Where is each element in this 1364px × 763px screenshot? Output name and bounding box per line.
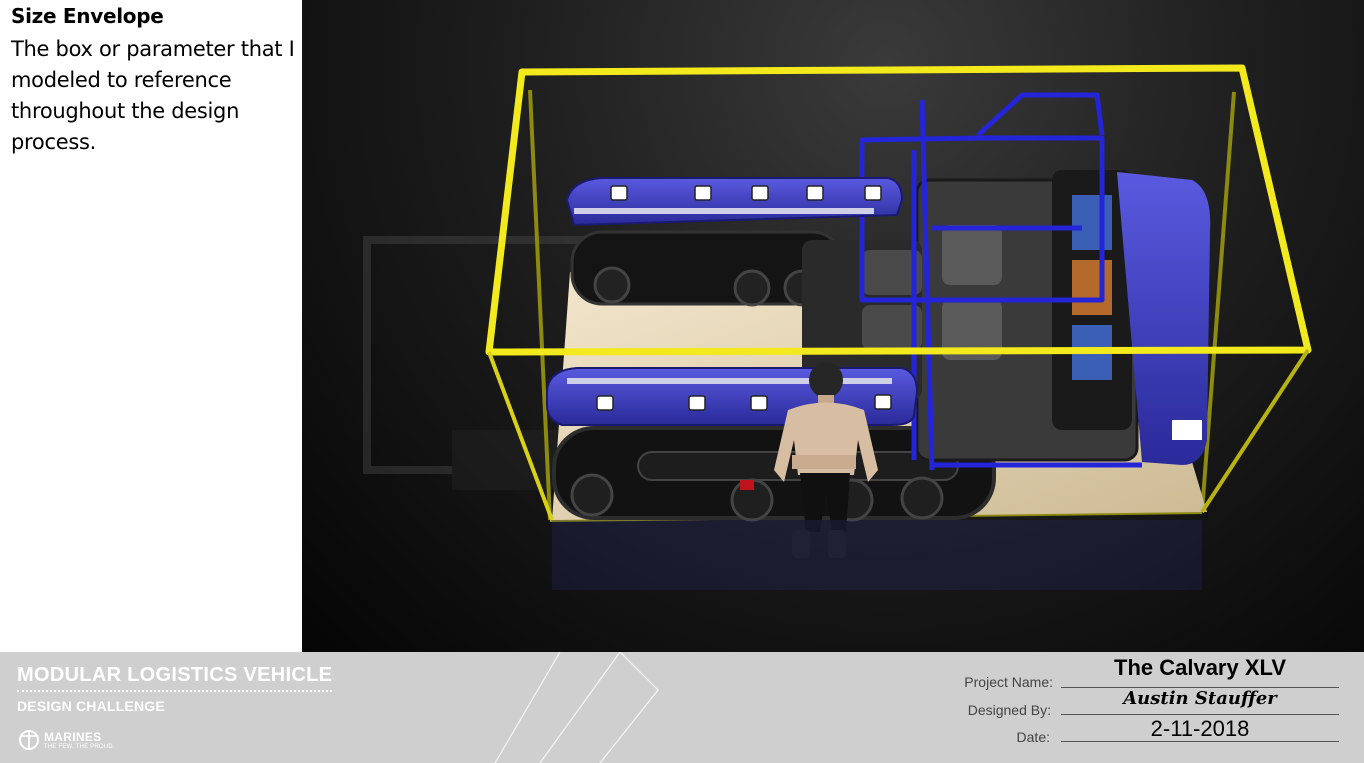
brand-divider [17,690,332,692]
vehicle-render [363,64,1312,590]
project-name-label: Project Name: [964,674,1053,690]
designed-by-label: Designed By: [967,702,1051,718]
marines-logo: MARINES THE FEW. THE PROUD. [17,728,137,752]
cad-render-viewport [302,0,1364,652]
text-panel: Size Envelope The box or parameter that … [0,0,302,652]
designed-by-line [1061,714,1339,715]
slide-description: The box or parameter that I modeled to r… [11,37,295,154]
rear-deck [565,177,904,227]
brand-title: MODULAR LOGISTICS VEHICLE [17,664,333,686]
floor-reflection [552,520,1202,590]
title-block-footer: MODULAR LOGISTICS VEHICLE DESIGN CHALLEN… [0,652,1364,763]
date-line [1061,741,1339,742]
eagle-globe-anchor-icon [19,730,39,750]
designed-by-value: Austin Stauffer [1123,688,1277,709]
date-value: 2-11-2018 [1150,716,1250,741]
date-label: Date: [1016,729,1050,745]
rear-track [570,230,844,307]
brand-subtitle: DESIGN CHALLENGE [17,698,165,714]
project-name-value: The Calvary XLV [1114,655,1286,680]
slide-heading: Size Envelope [11,4,164,28]
